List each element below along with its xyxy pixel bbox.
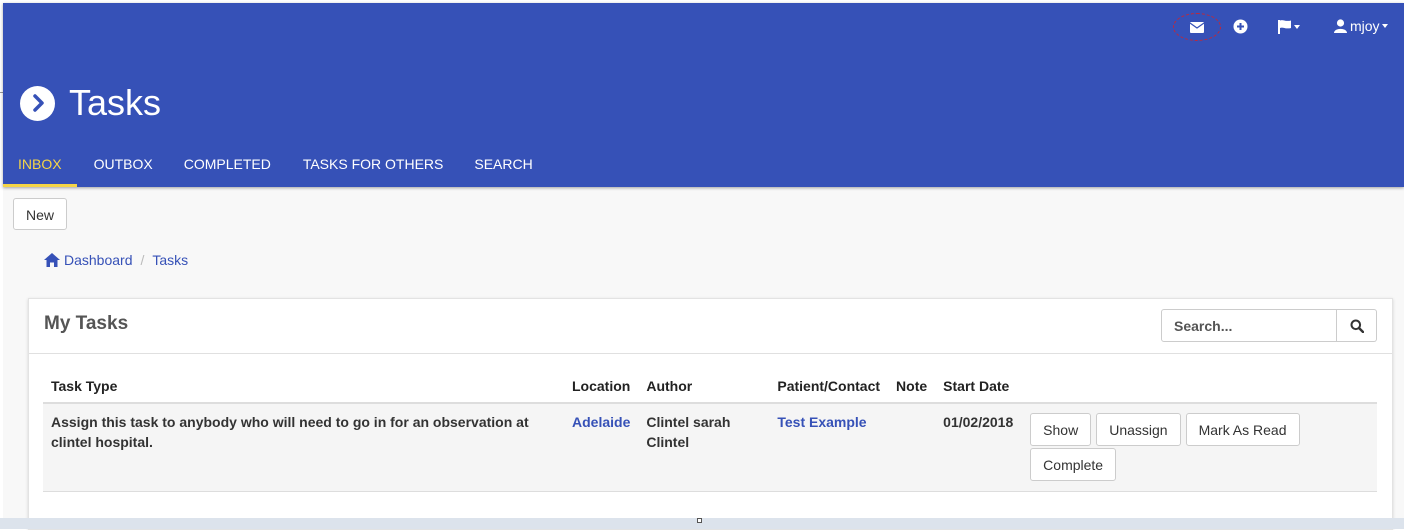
actions-row: Complete xyxy=(1030,448,1373,481)
breadcrumb-tasks[interactable]: Tasks xyxy=(152,252,188,268)
window-bottom-edge xyxy=(0,518,1404,529)
page-title: Tasks xyxy=(69,82,162,123)
tab-outbox[interactable]: OUTBOX xyxy=(77,150,169,187)
tab-inbox[interactable]: INBOX xyxy=(3,150,77,187)
new-task-button[interactable]: New xyxy=(13,198,68,230)
flags-dropdown[interactable] xyxy=(1277,19,1300,34)
chevron-right-circle-icon xyxy=(20,85,55,121)
column-header-author: Author xyxy=(638,369,770,404)
user-name: mjoy xyxy=(1350,18,1380,34)
panel-title: My Tasks xyxy=(44,313,129,334)
column-header-location: Location xyxy=(564,369,639,404)
table-header-row: Task Type Location Author Patient/Contac… xyxy=(43,369,1377,404)
page-title-area: Tasks xyxy=(20,83,161,123)
cell-start-date: 01/02/2018 xyxy=(935,403,1027,492)
cell-author: Clintel sarah Clintel xyxy=(638,403,770,492)
column-header-start-date: Start Date xyxy=(935,369,1027,404)
flag-icon xyxy=(1278,20,1291,34)
home-icon xyxy=(44,253,60,267)
column-header-patient-contact: Patient/Contact xyxy=(769,369,889,404)
chevron-down-icon xyxy=(1294,24,1300,29)
column-header-note: Note xyxy=(888,369,936,404)
breadcrumb-separator: / xyxy=(140,252,145,268)
column-header-actions xyxy=(1026,369,1377,404)
resize-handle[interactable] xyxy=(697,518,702,523)
user-menu[interactable]: mjoy xyxy=(1334,18,1388,34)
cell-note xyxy=(888,403,936,492)
tasks-table: Task Type Location Author Patient/Contac… xyxy=(43,369,1377,492)
cell-location-link[interactable]: Adelaide xyxy=(564,403,639,492)
chevron-down-icon xyxy=(1381,24,1388,28)
user-icon xyxy=(1334,19,1347,33)
show-button[interactable]: Show xyxy=(1030,413,1092,446)
panel-header: My Tasks xyxy=(29,299,1392,354)
search-group xyxy=(1161,309,1377,342)
breadcrumb-dashboard[interactable]: Dashboard xyxy=(64,252,133,268)
mark-as-read-button[interactable]: Mark As Read xyxy=(1185,413,1300,446)
actions-row: Show Unassign Mark As Read xyxy=(1030,413,1373,446)
tab-tasks-for-others[interactable]: TASKS FOR OTHERS xyxy=(288,150,460,187)
plus-circle-icon xyxy=(1233,19,1248,34)
table-row: Assign this task to anybody who will nee… xyxy=(43,403,1377,492)
cell-actions: Show Unassign Mark As Read Complete xyxy=(1026,403,1377,492)
search-button[interactable] xyxy=(1337,309,1377,342)
task-tabs: INBOX OUTBOX COMPLETED TASKS FOR OTHERS … xyxy=(3,150,548,187)
column-header-task-type: Task Type xyxy=(43,369,564,404)
cell-task-type: Assign this task to anybody who will nee… xyxy=(43,403,564,492)
breadcrumb: Dashboard / Tasks xyxy=(44,252,188,268)
messages-button[interactable] xyxy=(1173,13,1221,41)
search-icon xyxy=(1350,319,1364,333)
add-button[interactable] xyxy=(1233,19,1248,34)
search-input[interactable] xyxy=(1161,309,1337,342)
tab-search[interactable]: SEARCH xyxy=(459,150,547,187)
envelope-icon xyxy=(1190,21,1204,33)
complete-button[interactable]: Complete xyxy=(1030,448,1117,481)
unassign-button[interactable]: Unassign xyxy=(1096,413,1181,446)
cell-patient-link[interactable]: Test Example xyxy=(769,403,889,492)
my-tasks-panel: My Tasks Task Type Location Author Patie… xyxy=(28,298,1393,530)
tab-completed[interactable]: COMPLETED xyxy=(169,150,288,187)
